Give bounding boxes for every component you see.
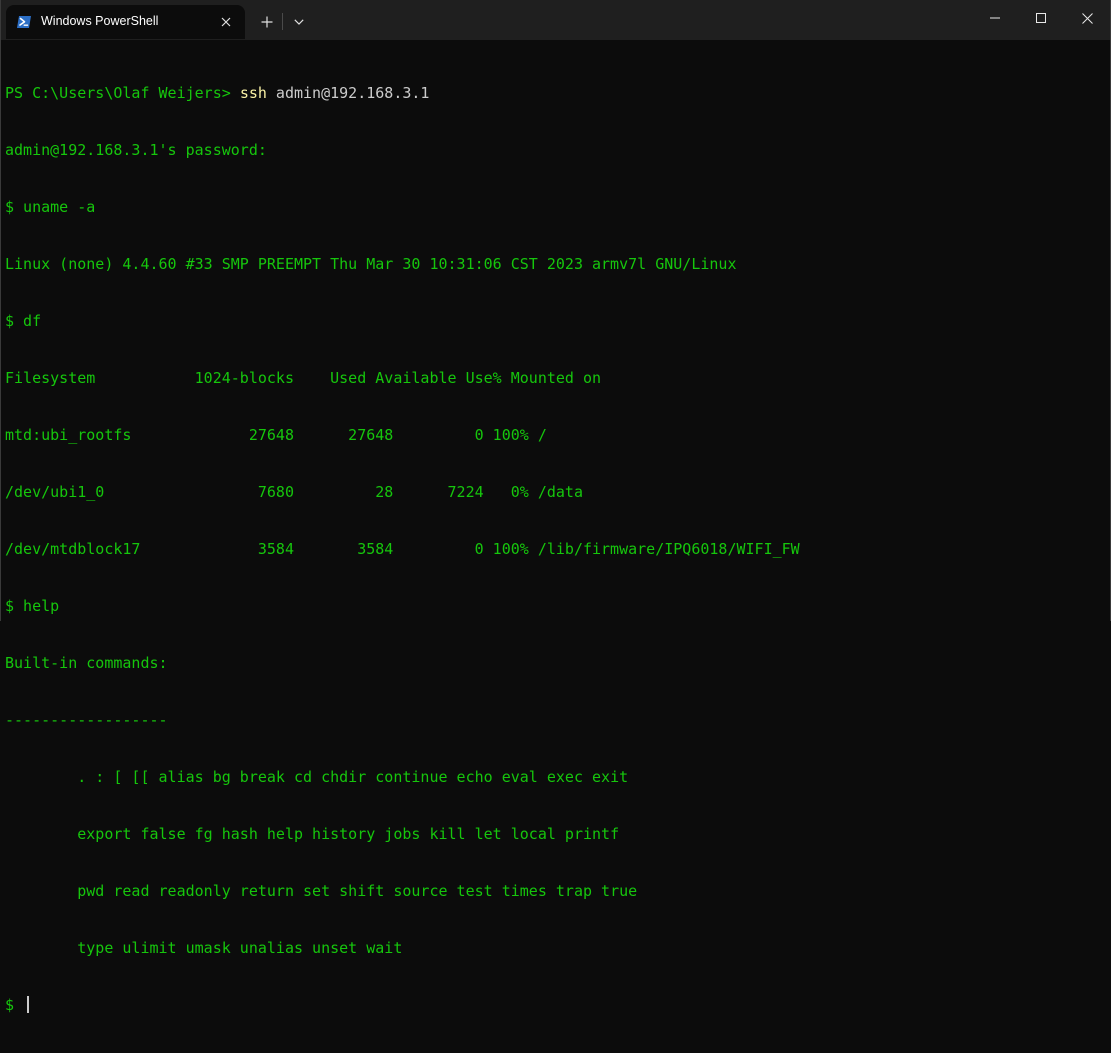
new-tab-button[interactable]	[251, 8, 282, 35]
terminal-output[interactable]: PS C:\Users\Olaf Weijers> ssh admin@192.…	[5, 46, 1095, 1014]
terminal-line: $ uname -a	[5, 198, 96, 216]
ps-command-line: PS C:\Users\Olaf Weijers> ssh admin@192.…	[5, 84, 1095, 103]
terminal-prompt-line[interactable]: $	[5, 996, 1095, 1015]
terminal-line: type ulimit umask unalias unset wait	[5, 939, 403, 957]
terminal-line: $ df	[5, 312, 42, 330]
ps-argument: admin@192.168.3.1	[266, 84, 430, 102]
scrollbar[interactable]	[1106, 40, 1110, 621]
terminal-line: ------------------	[5, 711, 168, 729]
terminal-line: . : [ [[ alias bg break cd chdir continu…	[5, 768, 629, 786]
terminal-line: $ help	[5, 597, 60, 615]
text-cursor	[27, 996, 30, 1013]
minimize-icon	[990, 17, 1000, 19]
tab-windows-powershell[interactable]: Windows PowerShell	[6, 5, 245, 39]
terminal-line: Built-in commands:	[5, 654, 168, 672]
ps-command: ssh	[239, 84, 267, 102]
terminal-line: pwd read readonly return set shift sourc…	[5, 882, 638, 900]
close-window-button[interactable]	[1064, 0, 1110, 36]
terminal-line: Linux (none) 4.4.60 #33 SMP PREEMPT Thu …	[5, 255, 737, 273]
minimize-button[interactable]	[972, 0, 1018, 36]
terminal-line: admin@192.168.3.1's password:	[5, 141, 267, 159]
title-bar: Windows PowerShell	[1, 0, 1110, 40]
terminal-line: Filesystem 1024-blocks Used Available Us…	[5, 369, 602, 387]
maximize-button[interactable]	[1018, 0, 1064, 36]
chevron-down-icon	[293, 18, 304, 25]
terminal-line: export false fg hash help history jobs k…	[5, 825, 620, 843]
terminal-line: /dev/ubi1_0 7680 28 7224 0% /data	[5, 483, 583, 501]
shell-prompt: $	[5, 996, 24, 1014]
plus-icon	[261, 16, 272, 27]
powershell-window: Windows PowerShell PS C:\Users\Olaf Weij…	[0, 0, 1111, 1014]
ps-prompt: PS C:\Users\Olaf Weijers>	[5, 84, 240, 102]
close-tab-icon[interactable]	[217, 13, 235, 31]
tab-dropdown-button[interactable]	[283, 8, 314, 35]
tab-title: Windows PowerShell	[41, 14, 159, 28]
powershell-icon	[17, 16, 31, 28]
maximize-icon	[1036, 13, 1046, 23]
new-tab-group	[251, 8, 314, 35]
close-icon	[1081, 12, 1093, 24]
terminal-line: mtd:ubi_rootfs 27648 27648 0 100% /	[5, 426, 547, 444]
terminal-line: /dev/mtdblock17 3584 3584 0 100% /lib/fi…	[5, 540, 800, 558]
